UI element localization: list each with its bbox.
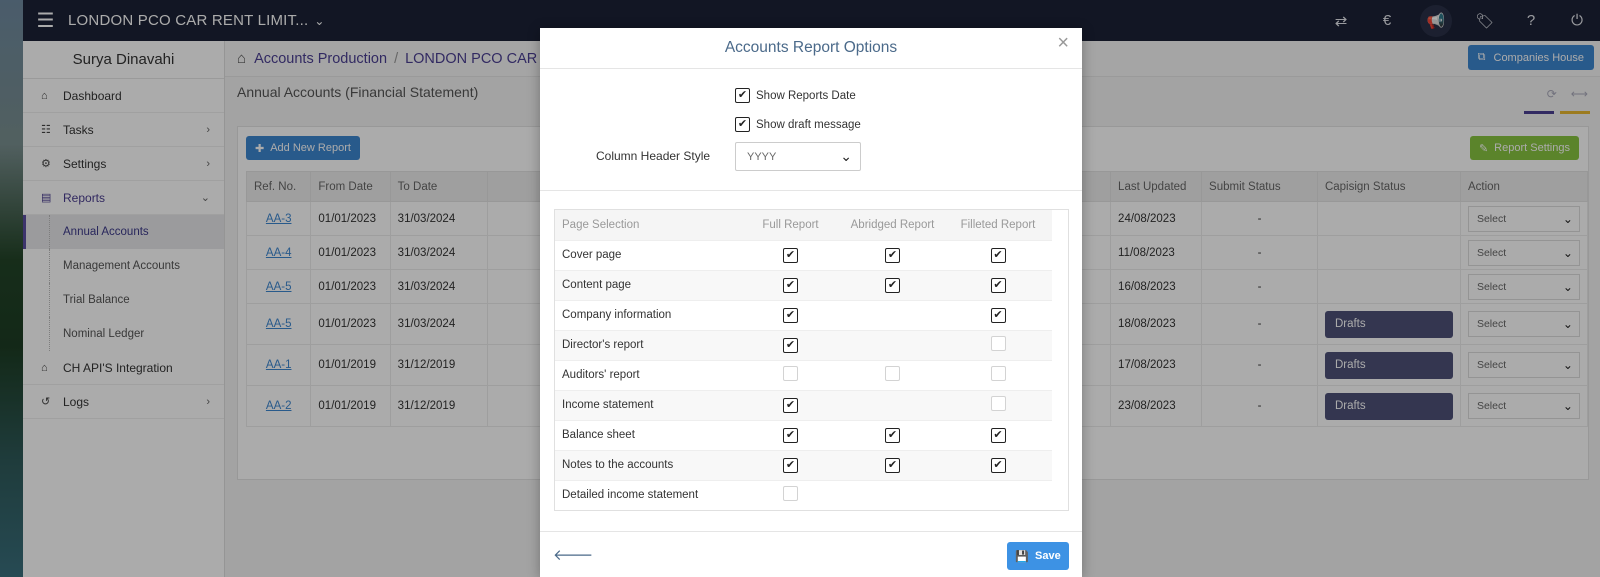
full-report-checkbox[interactable] [783, 247, 798, 263]
show-reports-date-checkbox[interactable] [735, 88, 750, 103]
full-report-cell [740, 389, 841, 420]
page-selection-row: Detailed income statement [555, 479, 1052, 510]
modal-footer: 🡐 💾 Save [540, 531, 1082, 577]
page-selection-label: Cover page [555, 239, 740, 270]
save-label: Save [1035, 550, 1061, 562]
filleted-report-cell [944, 359, 1052, 390]
full-report-cell [740, 299, 841, 330]
full-report-cell [740, 269, 841, 300]
abridged-report-cell [841, 389, 944, 420]
abridged-report-checkbox[interactable] [885, 427, 900, 443]
page-selection-label: Income statement [555, 389, 740, 420]
column-header: Abridged Report [841, 210, 944, 240]
full-report-cell [740, 239, 841, 270]
modal-title: Accounts Report Options [724, 39, 898, 56]
modal-header: Accounts Report Options × [540, 28, 1082, 69]
filleted-report-checkbox[interactable] [990, 427, 1006, 443]
page-selection-row: Company information [555, 299, 1052, 330]
full-report-checkbox[interactable] [783, 307, 798, 323]
page-selection-label: Content page [555, 269, 740, 300]
full-report-cell [740, 479, 841, 510]
show-draft-message-checkbox[interactable] [735, 117, 750, 132]
full-report-cell [740, 419, 841, 450]
abridged-report-cell [841, 299, 944, 330]
page-selection-row: Notes to the accounts [555, 449, 1052, 480]
abridged-report-cell [841, 419, 944, 450]
close-icon[interactable]: × [1057, 32, 1069, 55]
show-draft-message-label: Show draft message [756, 118, 861, 131]
abridged-report-cell [841, 359, 944, 390]
column-header-style-value: YYYY [747, 150, 777, 163]
full-report-checkbox[interactable] [783, 397, 798, 413]
floppy-disk-icon: 💾 [1015, 550, 1029, 563]
filleted-report-cell [944, 269, 1052, 300]
filleted-report-cell [944, 329, 1052, 360]
page-selection-table: Page Selection Full Report Abridged Repo… [555, 210, 1052, 510]
page-selection-label: Company information [555, 299, 740, 330]
page-selection-label: Auditors' report [555, 359, 740, 390]
abridged-report-checkbox[interactable] [885, 247, 900, 263]
page-selection-label: Director's report [555, 329, 740, 360]
full-report-cell [740, 449, 841, 480]
page-selection-body: Cover pageContent pageCompany informatio… [555, 239, 1052, 510]
show-draft-message-option[interactable]: Show draft message [735, 117, 861, 132]
full-report-cell [740, 329, 841, 360]
page-selection-label: Notes to the accounts [555, 449, 740, 480]
abridged-report-cell [841, 329, 944, 360]
filleted-report-cell [944, 419, 1052, 450]
filleted-report-checkbox[interactable] [990, 336, 1006, 351]
page-selection-row: Balance sheet [555, 419, 1052, 450]
filleted-report-checkbox[interactable] [990, 396, 1006, 411]
abridged-report-cell [841, 239, 944, 270]
filleted-report-checkbox[interactable] [990, 457, 1006, 473]
divider [540, 190, 1082, 191]
save-button[interactable]: 💾 Save [1007, 542, 1069, 570]
page-selection-row: Director's report [555, 329, 1052, 360]
show-reports-date-label: Show Reports Date [756, 89, 856, 102]
full-report-checkbox[interactable] [783, 366, 798, 381]
filleted-report-checkbox[interactable] [990, 247, 1006, 263]
full-report-checkbox[interactable] [783, 486, 798, 502]
filleted-report-cell [944, 389, 1052, 420]
abridged-report-checkbox[interactable] [885, 366, 900, 381]
column-header: Page Selection [555, 210, 740, 240]
chevron-down-icon: ⌄ [840, 148, 852, 164]
abridged-report-cell [841, 449, 944, 480]
filleted-report-checkbox[interactable] [990, 277, 1006, 293]
full-report-checkbox[interactable] [783, 277, 798, 293]
page-selection-row: Auditors' report [555, 359, 1052, 390]
abridged-report-cell [841, 479, 944, 510]
page-selection-row: Cover page [555, 239, 1052, 270]
filleted-report-cell [944, 479, 1052, 510]
accounts-report-options-modal: Accounts Report Options × Show Reports D… [540, 28, 1082, 577]
full-report-checkbox[interactable] [783, 457, 798, 473]
page-selection-container: Page Selection Full Report Abridged Repo… [554, 209, 1069, 511]
abridged-report-checkbox[interactable] [885, 277, 900, 293]
full-report-checkbox[interactable] [783, 337, 798, 353]
column-header: Filleted Report [944, 210, 1052, 240]
page-selection-label: Balance sheet [555, 419, 740, 450]
full-report-cell [740, 359, 841, 390]
filleted-report-cell [944, 239, 1052, 270]
column-header: Full Report [740, 210, 841, 240]
filleted-report-cell [944, 299, 1052, 330]
abridged-report-cell [841, 269, 944, 300]
page-selection-row: Content page [555, 269, 1052, 300]
abridged-report-checkbox[interactable] [885, 457, 900, 473]
full-report-checkbox[interactable] [783, 427, 798, 443]
page-selection-label: Detailed income statement [555, 479, 740, 510]
filleted-report-checkbox[interactable] [990, 366, 1006, 381]
column-header-style-label: Column Header Style [596, 149, 711, 163]
column-header-style-select[interactable]: YYYY ⌄ [735, 142, 861, 171]
filleted-report-checkbox[interactable] [990, 307, 1006, 323]
show-reports-date-option[interactable]: Show Reports Date [735, 88, 856, 103]
back-arrow-icon[interactable]: 🡐 [553, 545, 593, 564]
filleted-report-cell [944, 449, 1052, 480]
page-selection-row: Income statement [555, 389, 1052, 420]
